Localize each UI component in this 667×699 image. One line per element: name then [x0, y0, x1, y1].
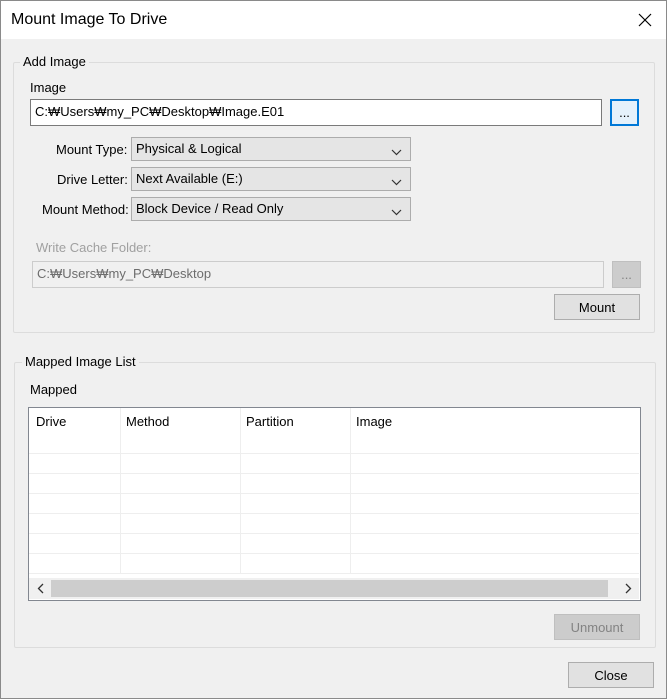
image-label: Image — [30, 80, 67, 95]
image-path-field[interactable]: C:₩Users₩my_PC₩Desktop₩Image.E01 — [30, 99, 602, 126]
mount-method-select[interactable]: Block Device / Read Only — [131, 197, 411, 221]
title-bar: Mount Image To Drive — [1, 1, 666, 39]
chevron-down-icon — [391, 204, 402, 219]
grid-line — [29, 573, 639, 574]
drive-letter-select[interactable]: Next Available (E:) — [131, 167, 411, 191]
grid-line — [240, 408, 241, 574]
scroll-left-icon[interactable] — [32, 581, 48, 596]
unmount-button: Unmount — [554, 614, 640, 640]
write-cache-label: Write Cache Folder: — [36, 240, 152, 255]
column-header-image[interactable]: Image — [356, 414, 392, 429]
mapped-label: Mapped — [30, 382, 77, 397]
grid-line — [350, 408, 351, 574]
column-header-method[interactable]: Method — [126, 414, 169, 429]
mapped-image-group-label: Mapped Image List — [22, 354, 139, 369]
grid-line — [29, 513, 639, 514]
write-cache-path-field: C:₩Users₩my_PC₩Desktop — [32, 261, 604, 288]
horizontal-scrollbar[interactable] — [29, 578, 639, 599]
grid-line — [120, 408, 121, 574]
close-icon[interactable] — [632, 7, 658, 33]
mount-type-value: Physical & Logical — [136, 141, 242, 156]
column-header-partition[interactable]: Partition — [246, 414, 294, 429]
grid-line — [29, 533, 639, 534]
scrollbar-thumb[interactable] — [51, 580, 608, 597]
drive-letter-value: Next Available (E:) — [136, 171, 243, 186]
mount-type-label: Mount Type: — [56, 142, 128, 157]
mount-method-value: Block Device / Read Only — [136, 201, 284, 216]
add-image-group-label: Add Image — [20, 54, 89, 69]
browse-cache-button: ... — [612, 261, 641, 288]
scroll-right-icon[interactable] — [620, 581, 636, 596]
close-button[interactable]: Close — [568, 662, 654, 688]
column-header-drive[interactable]: Drive — [36, 414, 66, 429]
grid-line — [29, 473, 639, 474]
grid-line — [29, 453, 639, 454]
dialog-window: Mount Image To Drive Add Image Image C:₩… — [0, 0, 667, 699]
window-title: Mount Image To Drive — [11, 11, 168, 28]
mount-type-select[interactable]: Physical & Logical — [131, 137, 411, 161]
mount-button[interactable]: Mount — [554, 294, 640, 320]
drive-letter-label: Drive Letter: — [57, 172, 128, 187]
mapped-list[interactable]: Drive Method Partition Image — [28, 407, 641, 601]
browse-image-button[interactable]: ... — [610, 99, 639, 126]
chevron-down-icon — [391, 174, 402, 189]
grid-line — [29, 553, 639, 554]
mount-method-label: Mount Method: — [42, 202, 129, 217]
grid-line — [29, 493, 639, 494]
chevron-down-icon — [391, 144, 402, 159]
